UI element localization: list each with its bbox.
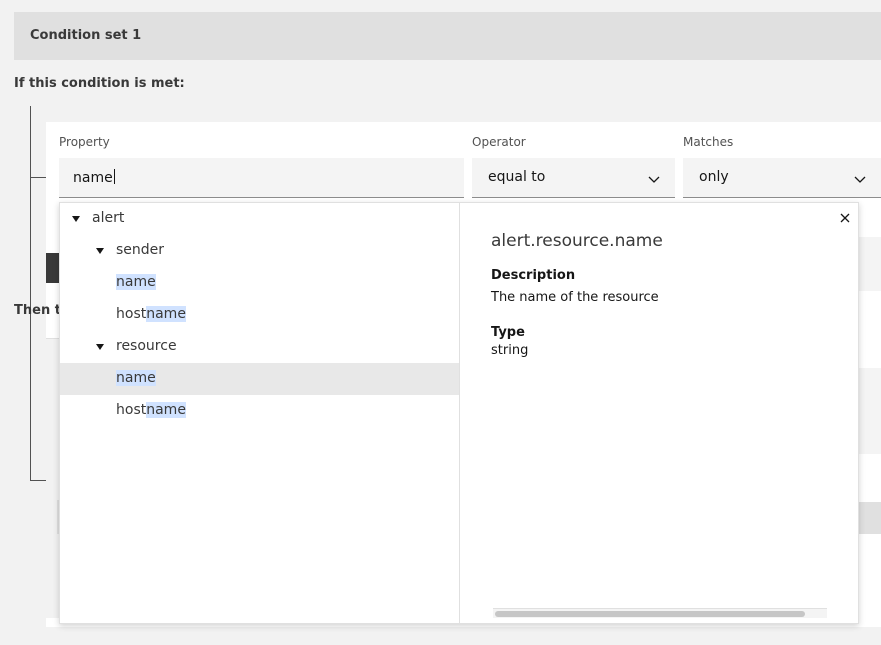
- condition-set-header[interactable]: Condition set 1: [14, 12, 881, 60]
- operator-select[interactable]: equal to: [472, 158, 675, 198]
- tree-connector-vertical: [30, 106, 31, 481]
- chevron-down-icon: [648, 176, 660, 183]
- caret-down-icon[interactable]: [96, 248, 104, 254]
- type-value: string: [491, 343, 529, 358]
- tree-leaf-resource-hostname[interactable]: hostname: [60, 395, 459, 427]
- action-panel: [46, 338, 60, 618]
- background-panel: [858, 368, 881, 454]
- tree-leaf-label: hostname: [116, 402, 186, 418]
- scrollbar-thumb[interactable]: [495, 611, 805, 617]
- property-input-value: name: [73, 170, 113, 186]
- leaf-match-highlight: name: [146, 402, 186, 418]
- property-tree: alert sender name hostname resource name…: [60, 203, 460, 623]
- chevron-down-icon: [854, 176, 866, 183]
- tree-connector-branch: [30, 177, 46, 178]
- leaf-match-highlight: name: [116, 370, 156, 386]
- caret-down-icon[interactable]: [96, 344, 104, 350]
- property-label: Property: [59, 135, 110, 149]
- background-panel: [858, 237, 881, 291]
- caret-down-icon[interactable]: [72, 216, 80, 222]
- description-text: The name of the resource: [491, 290, 659, 305]
- matches-label: Matches: [683, 135, 734, 149]
- tree-leaf-label: hostname: [116, 306, 186, 322]
- tree-node-label: sender: [116, 242, 165, 258]
- add-condition-button[interactable]: [46, 253, 60, 283]
- tree-node-label: alert: [92, 210, 125, 226]
- tree-leaf-label: name: [116, 274, 156, 290]
- tree-node-label: resource: [116, 338, 177, 354]
- tree-leaf-sender-hostname[interactable]: hostname: [60, 299, 459, 331]
- property-detail-panel: alert.resource.name Description The name…: [461, 203, 858, 623]
- matches-select[interactable]: only: [683, 158, 881, 198]
- tree-leaf-label: name: [116, 370, 156, 386]
- tree-node-sender[interactable]: sender: [60, 235, 459, 267]
- description-heading: Description: [491, 268, 576, 283]
- text-cursor: [113, 169, 115, 184]
- detail-title: alert.resource.name: [491, 231, 663, 251]
- condition-label: If this condition is met:: [14, 76, 185, 91]
- horizontal-scrollbar[interactable]: [493, 608, 827, 618]
- operator-label: Operator: [472, 135, 526, 149]
- background-button: [858, 502, 881, 534]
- leaf-match-highlight: name: [116, 274, 156, 290]
- type-heading: Type: [491, 325, 525, 340]
- close-icon[interactable]: [838, 211, 852, 225]
- tree-node-alert[interactable]: alert: [60, 203, 459, 235]
- tree-connector-branch: [30, 480, 46, 481]
- operator-value: equal to: [488, 169, 546, 185]
- condition-set-title: Condition set 1: [30, 28, 142, 43]
- tree-node-resource[interactable]: resource: [60, 331, 459, 363]
- property-dropdown: alert sender name hostname resource name…: [59, 202, 859, 624]
- leaf-prefix: host: [116, 306, 147, 322]
- tree-leaf-sender-name[interactable]: name: [60, 267, 459, 299]
- matches-value: only: [699, 169, 729, 185]
- leaf-match-highlight: name: [146, 306, 186, 322]
- tree-leaf-resource-name[interactable]: name: [60, 363, 459, 395]
- leaf-prefix: host: [116, 402, 147, 418]
- property-input[interactable]: name: [59, 158, 464, 198]
